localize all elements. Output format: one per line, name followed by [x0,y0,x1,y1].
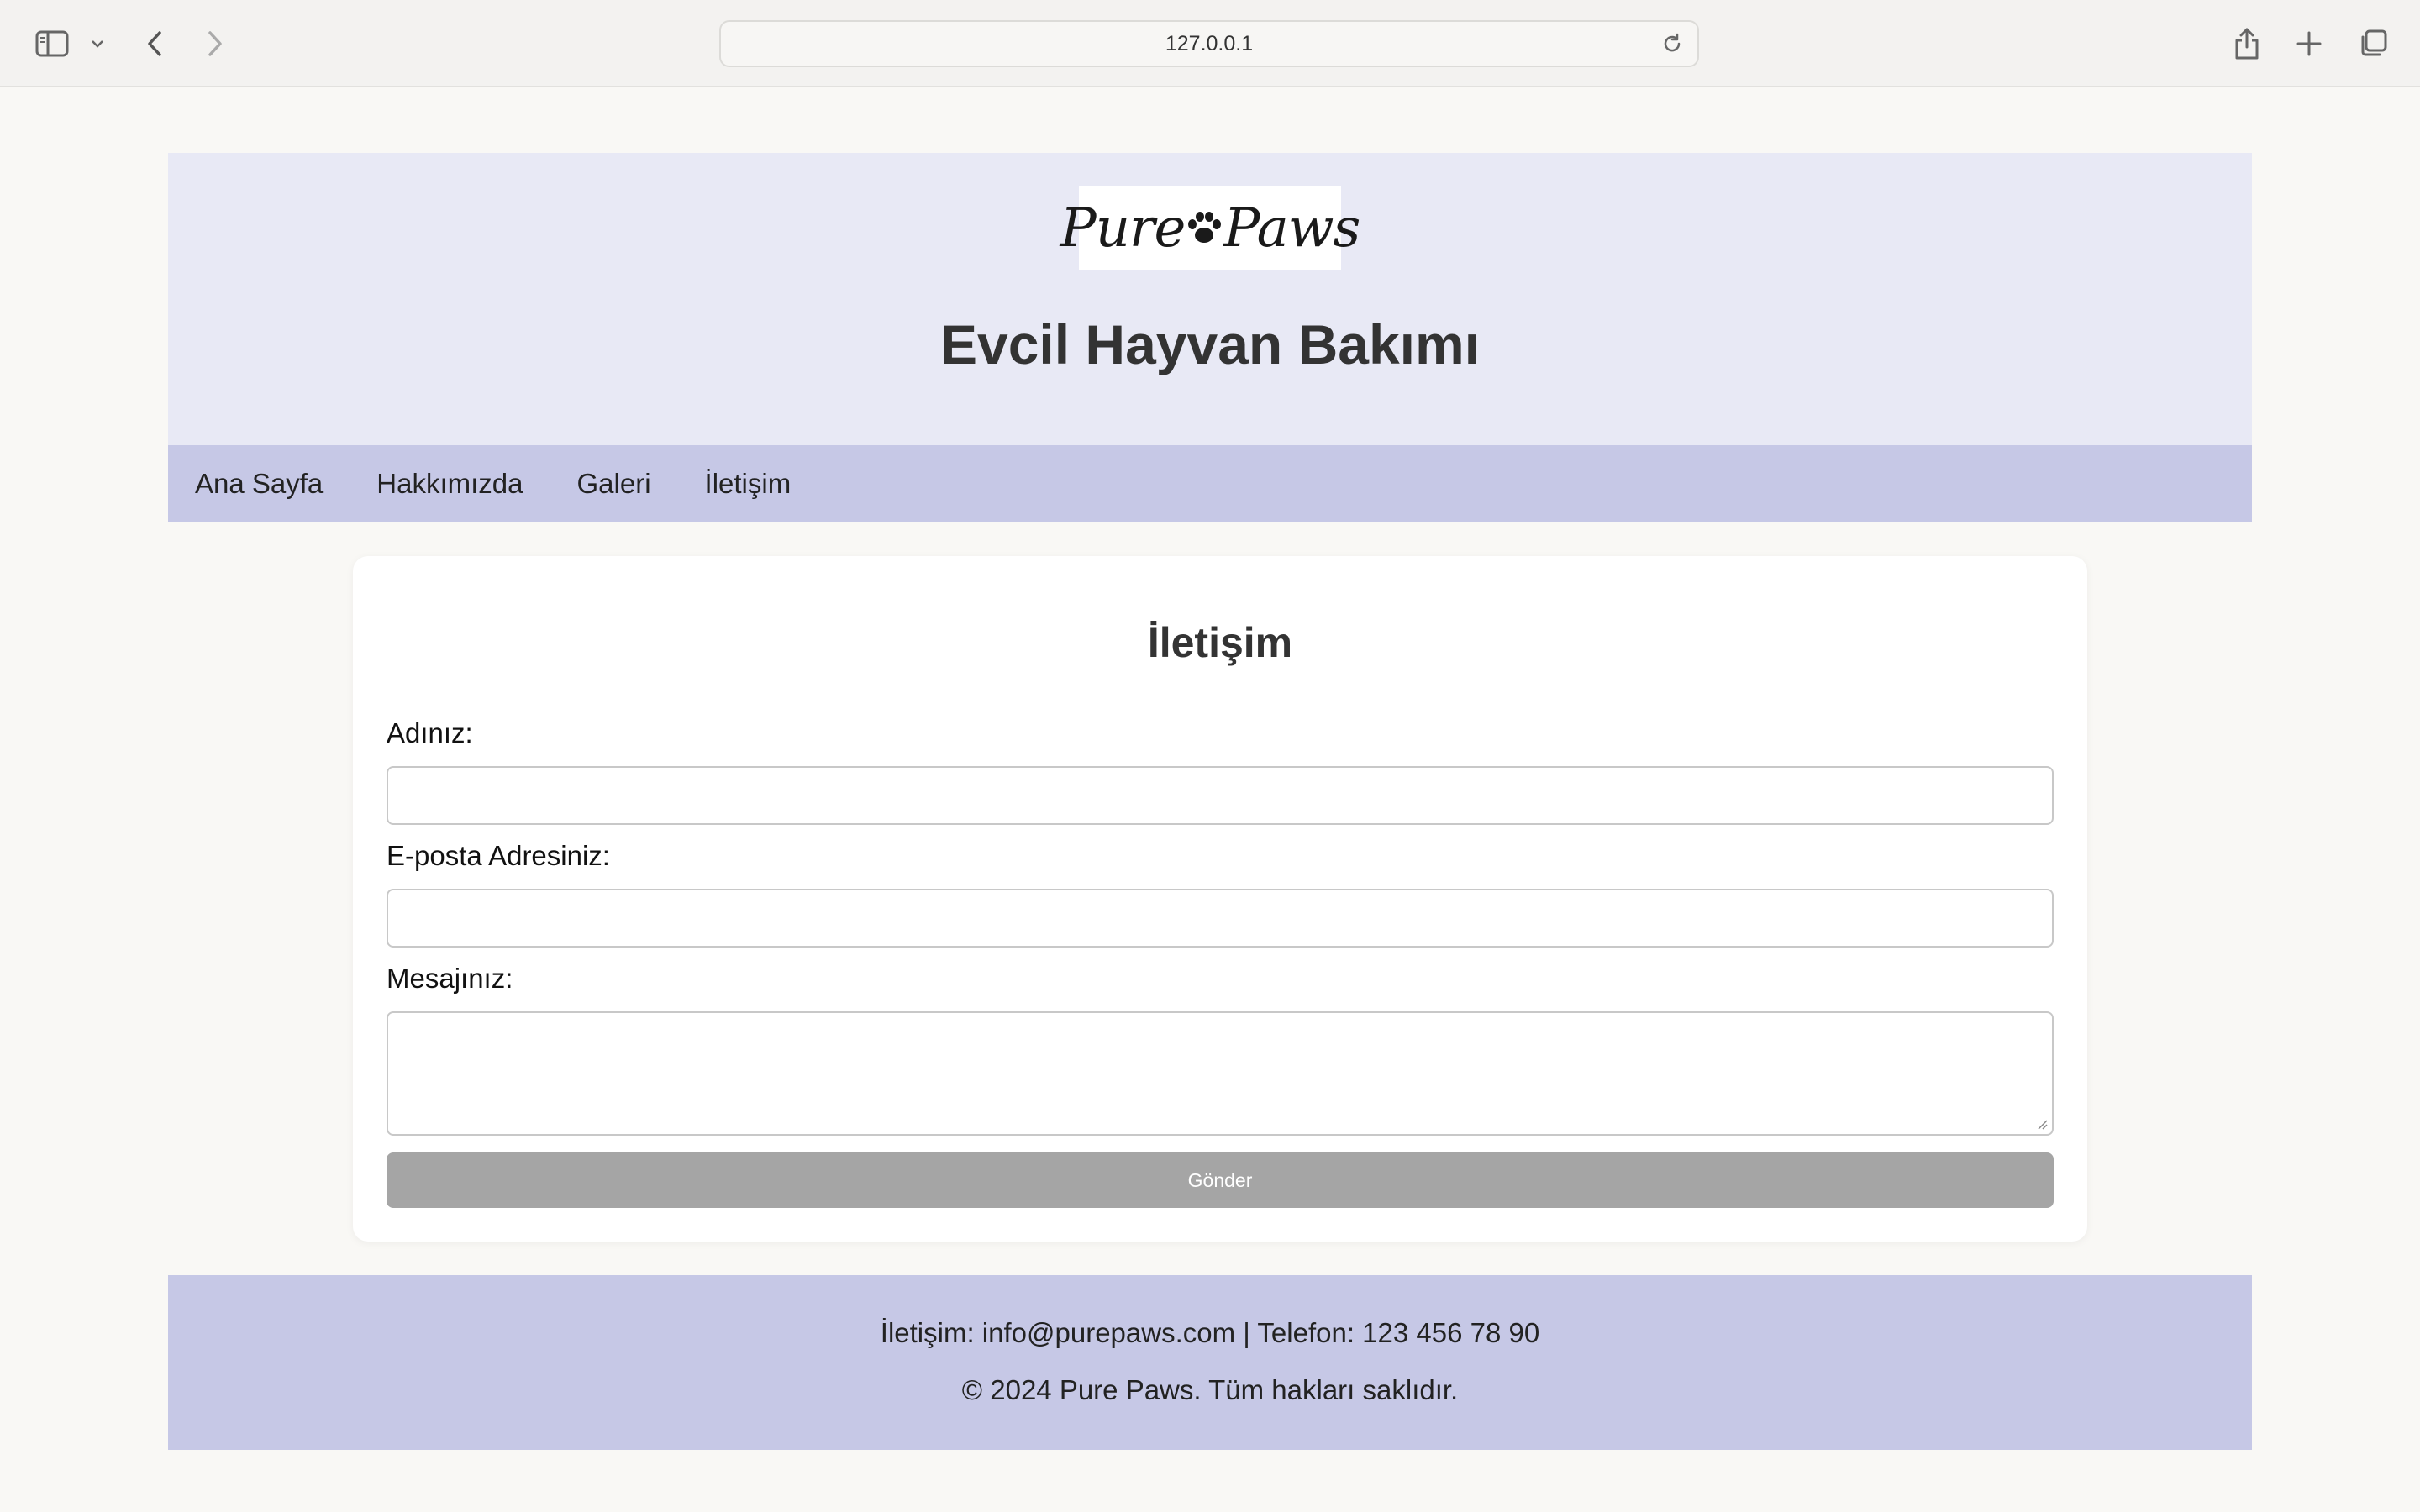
email-label: E-posta Adresiniz: [387,840,610,871]
message-label: Mesajınız: [387,963,513,994]
browser-toolbar: 127.0.0.1 [0,0,2420,87]
new-tab-icon[interactable] [2291,24,2328,64]
sidebar-icon[interactable] [32,24,72,64]
paw-icon [1188,212,1222,243]
name-label: Adınız: [387,717,473,748]
main-nav: Ana Sayfa Hakkımızda Galeri İletişim [168,445,2252,522]
back-icon[interactable] [138,24,171,64]
tabs-overview-icon[interactable] [2354,24,2391,64]
footer-contact-line: İletişim: info@purepaws.com | Telefon: 1… [880,1317,1540,1348]
site-header: Pure Paws Evcil Hayvan Bakımı [168,153,2252,445]
logo-wordmark: Pure Paws [1060,197,1361,260]
logo-text-left: Pure [1060,197,1186,260]
site-footer: İletişim: info@purepaws.com | Telefon: 1… [168,1275,2252,1450]
forward-icon[interactable] [198,24,232,64]
site-title: Evcil Hayvan Bakımı [939,313,1481,375]
resize-handle-icon[interactable] [2035,1117,2049,1131]
logo-text-right: Paws [1223,197,1360,260]
footer-copyright: © 2024 Pure Paws. Tüm hakları saklıdır. [961,1374,1459,1405]
chevron-down-icon[interactable] [87,24,108,64]
nav-item-gallery[interactable]: Galeri [577,468,651,500]
message-textarea[interactable] [387,1011,2054,1136]
contact-form-card: İletişim Adınız: E-posta Adresiniz: Mesa… [353,556,2087,1242]
pure-paws-logo[interactable]: Pure Paws [1060,186,1360,270]
reload-icon[interactable] [1655,27,1689,60]
nav-item-about[interactable]: Hakkımızda [376,468,523,500]
nav-item-home[interactable]: Ana Sayfa [195,468,323,500]
email-input[interactable] [387,889,2054,948]
share-icon[interactable] [2228,24,2265,64]
submit-button[interactable]: Gönder [387,1152,2054,1208]
url-text: 127.0.0.1 [1165,31,1254,55]
name-input[interactable] [387,766,2054,825]
contact-form-title: İletişim [1147,619,1293,666]
address-bar[interactable]: 127.0.0.1 [719,20,1699,67]
nav-item-contact[interactable]: İletişim [705,468,792,500]
